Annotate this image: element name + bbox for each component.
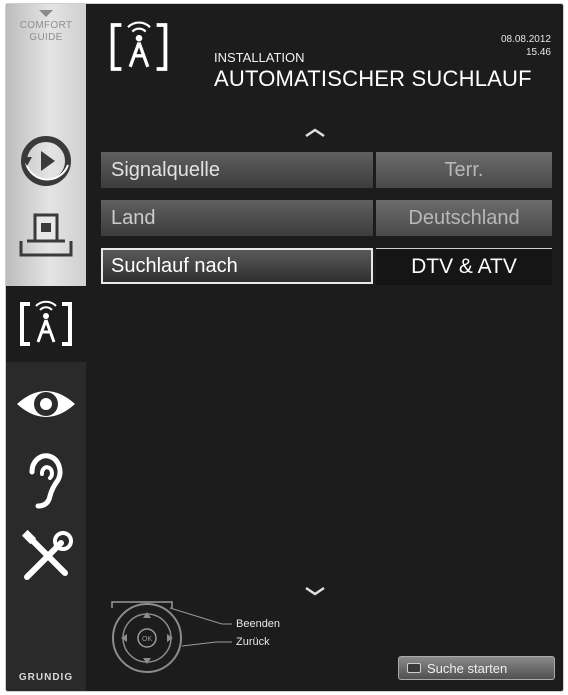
- eye-picture-icon: [17, 391, 75, 417]
- comfort-guide-line1: COMFORT: [19, 20, 73, 31]
- remote-ok-label: OK: [142, 636, 152, 643]
- hint-back: Zurück: [236, 636, 270, 648]
- section-label: INSTALLATION: [214, 50, 305, 65]
- start-search-button[interactable]: Suche starten: [398, 656, 555, 680]
- comfort-guide-arrow-icon[interactable]: [39, 10, 53, 17]
- sidebar-item-sound[interactable]: [6, 444, 86, 516]
- menu-row-label: Suchlauf nach: [101, 248, 373, 284]
- sidebar-item-installation[interactable]: [6, 286, 86, 362]
- menu-row-label: Signalquelle: [101, 152, 373, 188]
- network-monitor-icon: [19, 213, 73, 257]
- comfort-guide-label[interactable]: COMFORT GUIDE: [6, 20, 86, 44]
- installation-antenna-icon: [20, 300, 72, 346]
- scroll-up-chevron-icon[interactable]: [304, 128, 326, 138]
- brand-logo: GRUNDIG: [18, 672, 74, 683]
- hint-exit: Beenden: [236, 618, 281, 630]
- scroll-down-chevron-icon[interactable]: [304, 586, 326, 596]
- date-display: 08.08.2012: [500, 34, 551, 45]
- menu-row-value[interactable]: DTV & ATV: [376, 248, 552, 285]
- sidebar: COMFORT GUIDE GRUNDIG: [6, 4, 86, 691]
- menu-row-value[interactable]: Terr.: [376, 152, 552, 188]
- sidebar-item-settings[interactable]: [6, 522, 86, 594]
- page-title: AUTOMATISCHER SUCHLAUF: [214, 66, 532, 91]
- sidebar-item-network[interactable]: [6, 200, 86, 272]
- menu-row-signal-source[interactable]: Signalquelle Terr.: [101, 152, 552, 188]
- comfort-guide-line2: GUIDE: [29, 32, 63, 43]
- color-key-icon: [407, 663, 421, 673]
- source-input-icon: [21, 136, 71, 186]
- menu-row-country[interactable]: Land Deutschland: [101, 200, 552, 236]
- menu-row-label: Land: [101, 200, 373, 236]
- installation-antenna-icon: [110, 21, 168, 71]
- sidebar-item-source[interactable]: [6, 126, 86, 196]
- menu-row-value[interactable]: Deutschland: [376, 200, 552, 236]
- time-display: 15.46: [525, 47, 551, 58]
- menu-row-search-for[interactable]: Suchlauf nach DTV & ATV: [101, 248, 552, 285]
- remote-navigation-icon: OK: [111, 601, 232, 673]
- start-search-label: Suche starten: [427, 660, 508, 676]
- tools-settings-icon: [21, 529, 73, 580]
- osd-frame: COMFORT GUIDE GRUNDIG INSTALLATION AUTOM…: [5, 3, 564, 692]
- sidebar-item-picture[interactable]: [6, 372, 86, 436]
- ear-sound-icon: [29, 453, 63, 509]
